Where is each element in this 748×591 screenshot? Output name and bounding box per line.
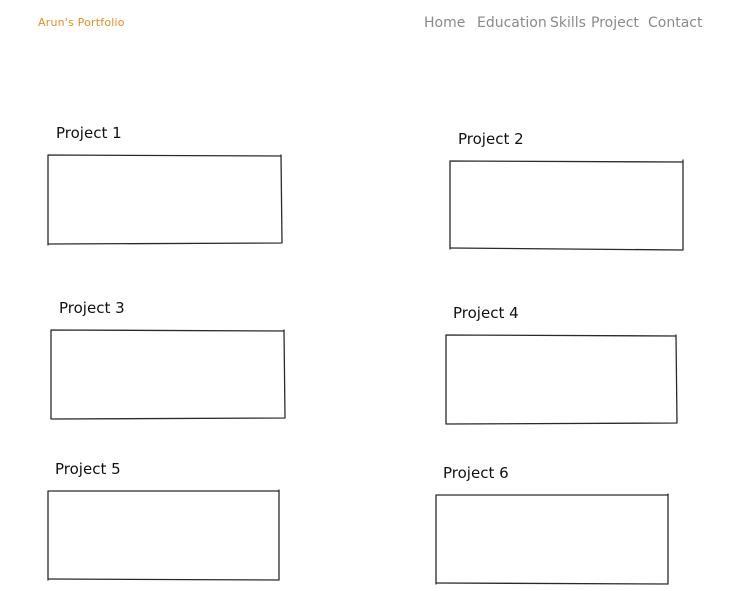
project-1-title: Project 1 bbox=[56, 124, 122, 142]
project-2-title: Project 2 bbox=[458, 130, 524, 148]
nav-link-skills[interactable]: Skills bbox=[550, 15, 586, 31]
project-4-card[interactable] bbox=[443, 332, 683, 428]
project-6-title: Project 6 bbox=[443, 464, 509, 482]
project-5-title: Project 5 bbox=[55, 460, 121, 478]
project-5-card[interactable] bbox=[45, 488, 285, 584]
brand-logo-text[interactable]: Arun's Portfolio bbox=[38, 16, 125, 29]
nav-link-project[interactable]: Project bbox=[591, 15, 639, 31]
project-1-card[interactable] bbox=[45, 152, 285, 248]
project-3-card[interactable] bbox=[48, 327, 288, 423]
nav-link-education[interactable]: Education bbox=[477, 15, 547, 31]
project-3-title: Project 3 bbox=[59, 299, 125, 317]
project-6-card[interactable] bbox=[433, 492, 673, 588]
nav-link-contact[interactable]: Contact bbox=[648, 15, 702, 31]
project-2-card[interactable] bbox=[447, 158, 687, 254]
nav-link-home[interactable]: Home bbox=[424, 15, 465, 31]
project-4-title: Project 4 bbox=[453, 304, 519, 322]
